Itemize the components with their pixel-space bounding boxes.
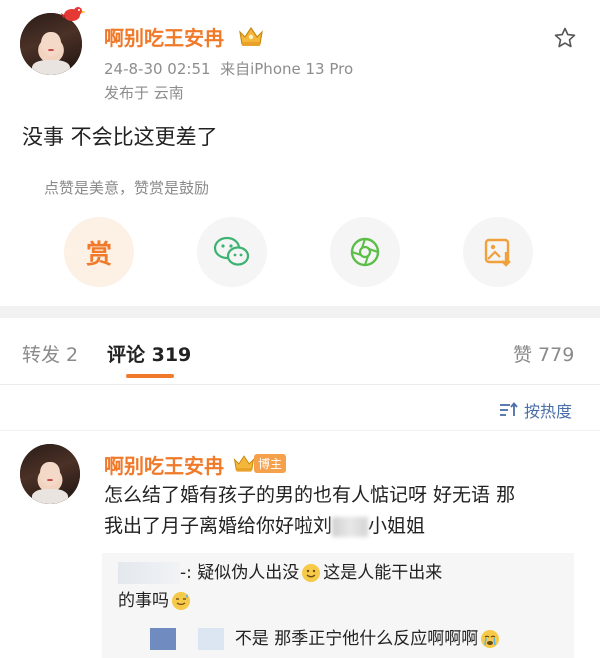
sort-by-hot-button[interactable]: 按热度 <box>499 398 572 422</box>
post-location: 发布于 云南 <box>104 84 184 102</box>
tabs-bottom-border <box>0 384 600 385</box>
reply-2-text: 不是 那季正宁他什么反应啊啊啊 <box>234 629 479 649</box>
save-image-icon <box>484 238 511 267</box>
reply-1-mid: 这是人能干出来 <box>323 563 443 583</box>
reply-2-avatar-blur-b <box>198 628 224 650</box>
post-content: 没事 不会比这更差了 <box>22 125 218 149</box>
reward-hint: 点赞是美意，赞赏是鼓励 <box>44 179 210 197</box>
post-timestamp: 24-8-30 02:51 <box>104 60 211 78</box>
comment-line-2b: 小姐姐 <box>368 515 426 537</box>
crown-badge-icon <box>239 26 263 46</box>
reply-1-line-2-text: 的事吗 <box>118 591 169 611</box>
save-image-button[interactable] <box>463 217 533 287</box>
post-source: 来自iPhone 13 Pro <box>220 60 354 78</box>
sort-divider <box>0 430 600 431</box>
sort-icon <box>500 402 518 416</box>
reply-2: 不是 那季正宁他什么反应啊啊啊 <box>150 626 500 652</box>
comment-text: 怎么结了婚有孩子的男的也有人惦记呀 好无语 那 我出了月子离婚给你好啦刘 小姐姐 <box>104 480 584 542</box>
bird-icon <box>61 7 86 21</box>
blogger-badge: 博主 <box>254 454 287 473</box>
section-divider <box>0 306 600 318</box>
moments-icon <box>350 237 380 267</box>
comment-line-1: 怎么结了婚有孩子的男的也有人惦记呀 好无语 那 <box>104 484 516 506</box>
tab-likes[interactable]: 赞 779 <box>513 340 574 367</box>
reply-1-prefix: -: 疑似伪人出没 <box>180 563 300 583</box>
reply-1-avatar-blur <box>118 562 180 584</box>
blurred-text <box>332 516 369 537</box>
star-icon[interactable] <box>553 26 577 50</box>
comment-author-name[interactable]: 啊别吃王安冉 <box>104 450 224 479</box>
smile-emoji-icon <box>302 564 321 582</box>
reply-1: -: 疑似伪人出没 这是人能干出来 的事吗 <box>118 559 568 615</box>
tab-active-indicator <box>126 374 174 378</box>
wechat-icon <box>213 236 250 266</box>
tab-comments[interactable]: 评论 319 <box>107 340 191 367</box>
comment-line-2: 我出了月子离婚给你好啦刘 小姐姐 <box>104 511 584 542</box>
reply-1-line-2: 的事吗 <box>118 587 568 615</box>
cry-emoji-icon <box>481 630 500 648</box>
reply-2-avatar-blur-a <box>150 628 176 650</box>
share-wechat-button[interactable] <box>197 217 267 287</box>
reward-button[interactable]: 赏 <box>64 217 134 287</box>
share-moments-button[interactable] <box>330 217 400 287</box>
comment-avatar[interactable] <box>20 444 80 504</box>
crown-badge-icon <box>233 455 255 472</box>
post-author-name[interactable]: 啊别吃王安冉 <box>104 22 224 51</box>
sweat-emoji-icon <box>172 592 190 610</box>
sort-label: 按热度 <box>524 402 573 421</box>
reward-icon: 赏 <box>85 239 112 270</box>
comment-line-2a: 我出了月子离婚给你好啦刘 <box>104 515 333 537</box>
tab-repost[interactable]: 转发 2 <box>22 340 78 367</box>
post-time: 24-8-30 02:51 来自iPhone 13 Pro <box>104 58 353 79</box>
